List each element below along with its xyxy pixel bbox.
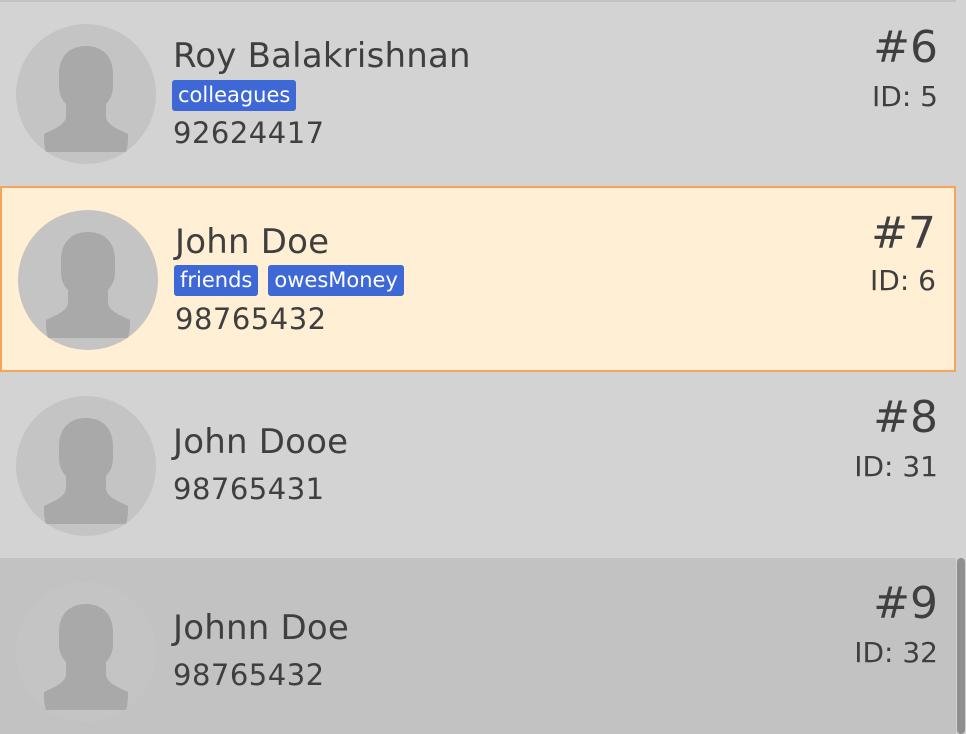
list-index: #7: [871, 208, 936, 259]
person-phone: 98765432: [173, 658, 325, 692]
avatar: [16, 396, 156, 536]
person-card[interactable]: John Dooe 98765431 #8 ID: 31: [0, 372, 956, 558]
tag-badge: friends: [174, 265, 259, 296]
person-list: Roy Balakrishnan colleagues 92624417 #6 …: [0, 0, 966, 734]
avatar: [16, 582, 156, 722]
person-name: John Dooe: [173, 422, 349, 462]
person-name: Roy Balakrishnan: [173, 36, 471, 76]
scrollbar-track[interactable]: [956, 0, 966, 734]
person-id: ID: 32: [854, 636, 938, 669]
person-phone: 98765432: [175, 302, 327, 336]
person-id: ID: 31: [854, 450, 938, 483]
tag-list: friends owesMoney: [174, 265, 404, 296]
avatar: [18, 210, 158, 350]
tag-badge: owesMoney: [268, 265, 404, 296]
person-card-selected[interactable]: John Doe friends owesMoney 98765432 #7 I…: [0, 186, 956, 372]
scrollbar-thumb[interactable]: [957, 558, 965, 734]
tag-badge: colleagues: [172, 80, 297, 111]
person-card[interactable]: Roy Balakrishnan colleagues 92624417 #6 …: [0, 0, 956, 186]
person-card-hovered[interactable]: Johnn Doe 98765432 #9 ID: 32: [0, 558, 956, 734]
avatar: [16, 24, 156, 164]
person-name: John Doe: [175, 222, 330, 262]
tag-list: colleagues: [172, 80, 297, 111]
person-silhouette-icon: [44, 604, 128, 710]
person-name: Johnn Doe: [173, 608, 349, 648]
person-id: ID: 6: [870, 264, 936, 297]
person-phone: 98765431: [173, 472, 325, 506]
person-silhouette-icon: [46, 232, 130, 338]
list-index: #8: [873, 392, 938, 443]
person-phone: 92624417: [173, 116, 325, 150]
list-index: #9: [873, 578, 938, 629]
person-silhouette-icon: [44, 46, 128, 152]
person-silhouette-icon: [44, 418, 128, 524]
person-id: ID: 5: [872, 80, 938, 113]
list-index: #6: [873, 22, 938, 73]
